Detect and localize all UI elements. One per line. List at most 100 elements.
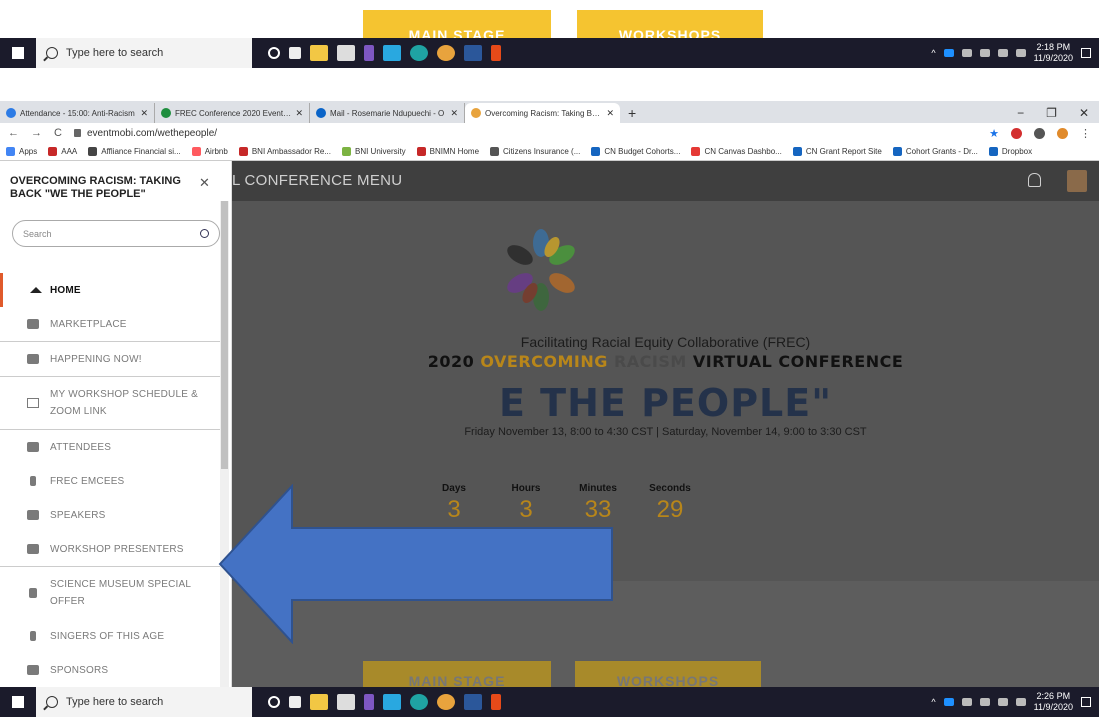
bookmark-label: BNI University (354, 147, 406, 156)
bookmark-item[interactable]: BNI Ambassador Re... (238, 147, 331, 156)
store-icon[interactable] (337, 45, 355, 61)
bookmark-item[interactable]: Apps (6, 147, 37, 156)
mail-icon[interactable] (383, 45, 401, 61)
adblock-icon[interactable] (1011, 127, 1022, 139)
chrome-icon[interactable] (437, 45, 455, 61)
close-icon[interactable]: ✕ (606, 108, 614, 119)
close-icon[interactable]: ✕ (295, 108, 303, 119)
avatar[interactable] (1067, 170, 1087, 192)
new-tab-button[interactable]: + (620, 103, 644, 123)
taskbar-top: Type here to search ^ 2:18 PM 11/9/2020 (0, 38, 1099, 68)
bookmark-item[interactable]: Citizens Insurance (... (490, 147, 580, 156)
word-icon[interactable] (464, 45, 482, 61)
onedrive-icon[interactable] (943, 49, 954, 57)
power-automate-icon[interactable] (364, 694, 374, 710)
notification-icon[interactable] (1081, 697, 1091, 707)
search-input[interactable]: Search (12, 220, 220, 247)
bookmark-item[interactable]: BNI University (341, 147, 406, 156)
back-icon[interactable]: ← (8, 127, 19, 139)
sidebar-item-attendees[interactable]: ATTENDEES (0, 430, 220, 464)
onedrive-icon[interactable] (943, 698, 954, 706)
taskbar-search[interactable]: Type here to search (36, 38, 252, 68)
browser-tab-active[interactable]: Overcoming Racism: Taking Back ✕ (465, 103, 620, 123)
bookmark-item[interactable]: BNIMN Home (416, 147, 479, 156)
cortana-icon[interactable] (268, 47, 280, 59)
close-icon[interactable]: ✕ (140, 108, 148, 119)
office-icon[interactable] (491, 45, 501, 61)
bookmark-item[interactable]: CN Budget Cohorts... (591, 147, 680, 156)
edge-icon[interactable] (410, 45, 428, 61)
url-field[interactable]: eventmobi.com/wethepeople/ (73, 128, 217, 139)
word-icon[interactable] (464, 694, 482, 710)
office-icon[interactable] (491, 694, 501, 710)
taskbar-search-label: Type here to search (66, 47, 164, 59)
pen-icon[interactable] (1015, 698, 1026, 706)
file-explorer-icon[interactable] (310, 694, 328, 710)
sidebar-item-workshop-schedule[interactable]: MY WORKSHOP SCHEDULE & ZOOM LINK (0, 377, 220, 429)
edge-icon[interactable] (410, 694, 428, 710)
browser-tab[interactable]: Mail - Rosemarie Ndupuechi - O ✕ (310, 103, 465, 123)
browser-tab[interactable]: FREC Conference 2020 Event Ma ✕ (155, 103, 310, 123)
workshops-button[interactable]: WORKSHOPS (575, 661, 761, 687)
network-icon[interactable] (979, 698, 990, 706)
sidebar-item-home[interactable]: HOME (0, 273, 220, 307)
task-view-icon[interactable] (289, 47, 301, 59)
task-view-icon[interactable] (289, 696, 301, 708)
browser-tab[interactable]: Attendance - 15:00: Anti-Racism ✕ (0, 103, 155, 123)
mail-icon[interactable] (383, 694, 401, 710)
notification-icon[interactable] (1081, 48, 1091, 58)
minimize-icon[interactable]: − (1017, 106, 1024, 120)
workshops-button-top[interactable]: WORKSHOPS (577, 10, 763, 38)
header-title: L CONFERENCE MENU (232, 172, 403, 189)
taskbar-clock[interactable]: 2:18 PM 11/9/2020 (1034, 42, 1073, 64)
sidebar-item-frec-emcees[interactable]: FREC EMCEES (0, 464, 220, 498)
people-icon (27, 510, 39, 520)
file-explorer-icon[interactable] (310, 45, 328, 61)
volume-icon[interactable] (997, 49, 1008, 57)
network-icon[interactable] (979, 49, 990, 57)
profile-icon[interactable] (1057, 127, 1068, 139)
tray-chevron-icon[interactable]: ^ (931, 48, 935, 58)
start-button[interactable] (0, 38, 36, 68)
dropbox-icon[interactable] (961, 49, 972, 57)
bookmark-item[interactable]: CN Grant Report Site (792, 147, 882, 156)
main-stage-button-top[interactable]: MAIN STAGE (363, 10, 551, 38)
dropbox-icon[interactable] (961, 698, 972, 706)
cortana-icon[interactable] (268, 696, 280, 708)
bell-icon[interactable] (1028, 173, 1041, 187)
forward-icon[interactable]: → (31, 127, 42, 139)
scrollbar-thumb[interactable] (221, 201, 228, 469)
bookmark-item[interactable]: Cohort Grants - Dr... (892, 147, 978, 156)
close-icon[interactable]: ✕ (199, 175, 210, 191)
power-automate-icon[interactable] (364, 45, 374, 61)
sidebar-item-workshop-presenters[interactable]: WORKSHOP PRESENTERS (0, 532, 220, 566)
close-window-icon[interactable]: ✕ (1079, 106, 1089, 120)
bookmark-item[interactable]: Airbnb (191, 147, 228, 156)
pen-icon[interactable] (1015, 49, 1026, 57)
sidebar-item-sponsors[interactable]: SPONSORS (0, 653, 220, 687)
bookmark-item[interactable]: CN Canvas Dashbo... (691, 147, 782, 156)
taskbar-search[interactable]: Type here to search (36, 687, 252, 717)
tray-chevron-icon[interactable]: ^ (931, 697, 935, 707)
extensions-icon[interactable] (1034, 127, 1045, 139)
main-stage-button[interactable]: MAIN STAGE (363, 661, 551, 687)
star-icon[interactable]: ★ (989, 127, 999, 140)
taskbar-clock[interactable]: 2:26 PM 11/9/2020 (1034, 691, 1073, 713)
annotation-arrow (218, 484, 613, 644)
reload-icon[interactable]: C (54, 127, 62, 139)
chrome-icon[interactable] (437, 694, 455, 710)
sidebar-item-marketplace[interactable]: MARKETPLACE (0, 307, 220, 341)
menu-dots-icon[interactable]: ⋮ (1080, 127, 1091, 140)
store-icon[interactable] (337, 694, 355, 710)
start-button[interactable] (0, 687, 36, 717)
bookmark-item[interactable]: Dropbox (988, 147, 1032, 156)
bookmark-item[interactable]: AAA (48, 147, 77, 156)
volume-icon[interactable] (997, 698, 1008, 706)
sidebar-item-happening-now[interactable]: HAPPENING NOW! (0, 342, 220, 376)
bookmark-item[interactable]: Affliance Financial si... (88, 147, 181, 156)
sidebar-item-science-museum[interactable]: SCIENCE MUSEUM SPECIAL OFFER (0, 567, 220, 619)
close-icon[interactable]: ✕ (450, 108, 458, 119)
restore-icon[interactable]: ❐ (1046, 106, 1057, 120)
sidebar-item-singers[interactable]: SINGERS OF THIS AGE (0, 619, 220, 653)
sidebar-item-speakers[interactable]: SPEAKERS (0, 498, 220, 532)
